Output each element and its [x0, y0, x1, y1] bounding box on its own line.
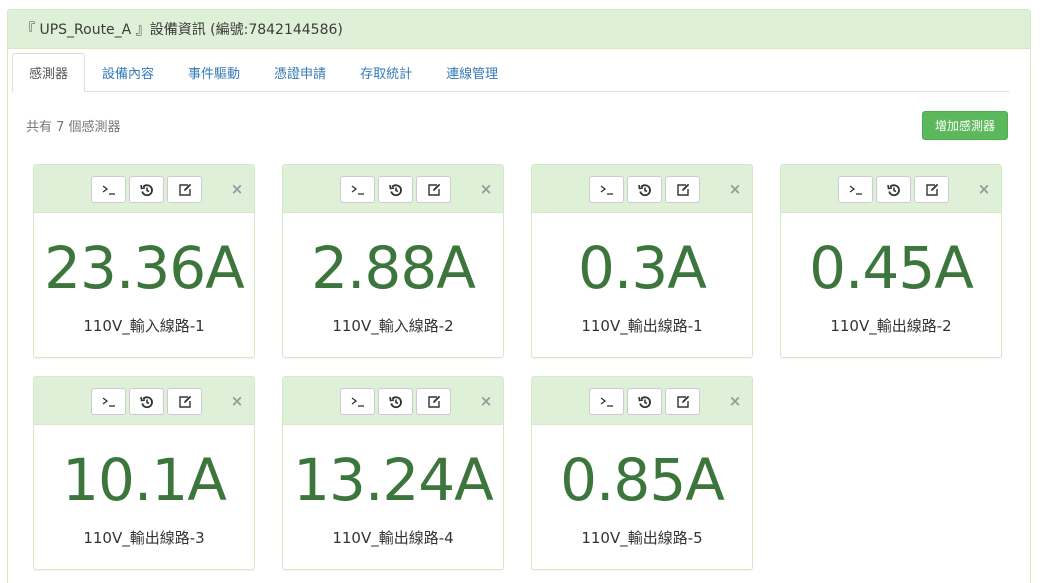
- sensor-card-header: ×: [34, 165, 254, 213]
- edit-icon: [427, 395, 441, 409]
- page-title: 『 UPS_Route_A 』設備資訊 (編號:7842144586): [21, 22, 343, 38]
- terminal-icon: [600, 396, 614, 408]
- sensor-name: 110V_輸出線路-1: [581, 317, 703, 335]
- history-button[interactable]: [129, 388, 164, 415]
- terminal-icon: [351, 396, 365, 408]
- sensor-name: 110V_輸入線路-1: [83, 317, 205, 335]
- sensor-name: 110V_輸出線路-3: [83, 529, 205, 547]
- history-button[interactable]: [129, 176, 164, 203]
- sensor-card: × 2.88A 110V_輸入線路-2: [282, 164, 504, 358]
- history-icon: [637, 395, 652, 409]
- sensor-value: 0.45A: [809, 234, 974, 302]
- sensor-card-header: ×: [34, 377, 254, 425]
- sensor-value: 13.24A: [293, 446, 494, 514]
- history-icon: [139, 395, 154, 409]
- tab-bar: 感測器 設備內容 事件驅動 憑證申請 存取統計 連線管理: [12, 53, 1009, 92]
- tab-event-driven[interactable]: 事件驅動: [171, 53, 257, 92]
- sensor-card: × 0.85A 110V_輸出線路-5: [531, 376, 753, 570]
- tab-sensors[interactable]: 感測器: [12, 53, 86, 92]
- terminal-icon: [102, 184, 116, 196]
- add-sensor-button[interactable]: 增加感測器: [922, 111, 1008, 140]
- edit-icon: [178, 183, 192, 197]
- sensor-name: 110V_輸出線路-2: [830, 317, 952, 335]
- sensor-value: 10.1A: [62, 446, 227, 514]
- edit-button[interactable]: [167, 388, 202, 415]
- close-icon[interactable]: ×: [479, 179, 493, 199]
- history-icon: [388, 395, 403, 409]
- history-button[interactable]: [876, 176, 911, 203]
- close-icon[interactable]: ×: [479, 391, 493, 411]
- history-icon: [139, 183, 154, 197]
- tab-certificate[interactable]: 憑證申請: [257, 53, 343, 92]
- edit-icon: [178, 395, 192, 409]
- edit-icon: [676, 395, 690, 409]
- history-icon: [637, 183, 652, 197]
- close-icon[interactable]: ×: [977, 179, 991, 199]
- sensor-value: 2.88A: [311, 234, 476, 302]
- history-icon: [886, 183, 901, 197]
- edit-icon: [427, 183, 441, 197]
- sensor-value: 0.85A: [560, 446, 725, 514]
- sensor-count: 共有 7 個感測器: [26, 120, 121, 135]
- sensor-name: 110V_輸出線路-5: [581, 529, 703, 547]
- terminal-icon: [102, 396, 116, 408]
- close-icon[interactable]: ×: [728, 179, 742, 199]
- sensor-name: 110V_輸入線路-2: [332, 317, 454, 335]
- history-button[interactable]: [627, 176, 662, 203]
- sensor-value: 0.3A: [578, 234, 707, 302]
- edit-button[interactable]: [665, 176, 700, 203]
- sensor-card-header: ×: [532, 377, 752, 425]
- sensor-card-header: ×: [283, 165, 503, 213]
- close-icon[interactable]: ×: [728, 391, 742, 411]
- console-button[interactable]: [589, 176, 624, 203]
- edit-icon: [676, 183, 690, 197]
- console-button[interactable]: [340, 176, 375, 203]
- sensor-card: × 0.3A 110V_輸出線路-1: [531, 164, 753, 358]
- history-button[interactable]: [627, 388, 662, 415]
- edit-icon: [925, 183, 939, 197]
- sensor-name: 110V_輸出線路-4: [332, 529, 454, 547]
- edit-button[interactable]: [416, 388, 451, 415]
- edit-button[interactable]: [665, 388, 700, 415]
- console-button[interactable]: [91, 176, 126, 203]
- edit-button[interactable]: [167, 176, 202, 203]
- tab-access-stats[interactable]: 存取統計: [343, 53, 429, 92]
- sensor-card-header: ×: [532, 165, 752, 213]
- console-button[interactable]: [838, 176, 873, 203]
- terminal-icon: [849, 184, 863, 196]
- terminal-icon: [351, 184, 365, 196]
- console-button[interactable]: [340, 388, 375, 415]
- sensor-card: × 0.45A 110V_輸出線路-2: [780, 164, 1002, 358]
- close-icon[interactable]: ×: [230, 391, 244, 411]
- history-icon: [388, 183, 403, 197]
- edit-button[interactable]: [416, 176, 451, 203]
- history-button[interactable]: [378, 388, 413, 415]
- tab-device-content[interactable]: 設備內容: [85, 53, 171, 92]
- panel-heading: 『 UPS_Route_A 』設備資訊 (編號:7842144586): [8, 10, 1030, 49]
- history-button[interactable]: [378, 176, 413, 203]
- sensor-card: × 10.1A 110V_輸出線路-3: [33, 376, 255, 570]
- sensor-card: × 13.24A 110V_輸出線路-4: [282, 376, 504, 570]
- sensor-card: × 23.36A 110V_輸入線路-1: [33, 164, 255, 358]
- tab-connection[interactable]: 連線管理: [429, 53, 515, 92]
- edit-button[interactable]: [914, 176, 949, 203]
- close-icon[interactable]: ×: [230, 179, 244, 199]
- sensor-value: 23.36A: [44, 234, 245, 302]
- terminal-icon: [600, 184, 614, 196]
- sensor-card-header: ×: [781, 165, 1001, 213]
- console-button[interactable]: [589, 388, 624, 415]
- console-button[interactable]: [91, 388, 126, 415]
- sensor-card-header: ×: [283, 377, 503, 425]
